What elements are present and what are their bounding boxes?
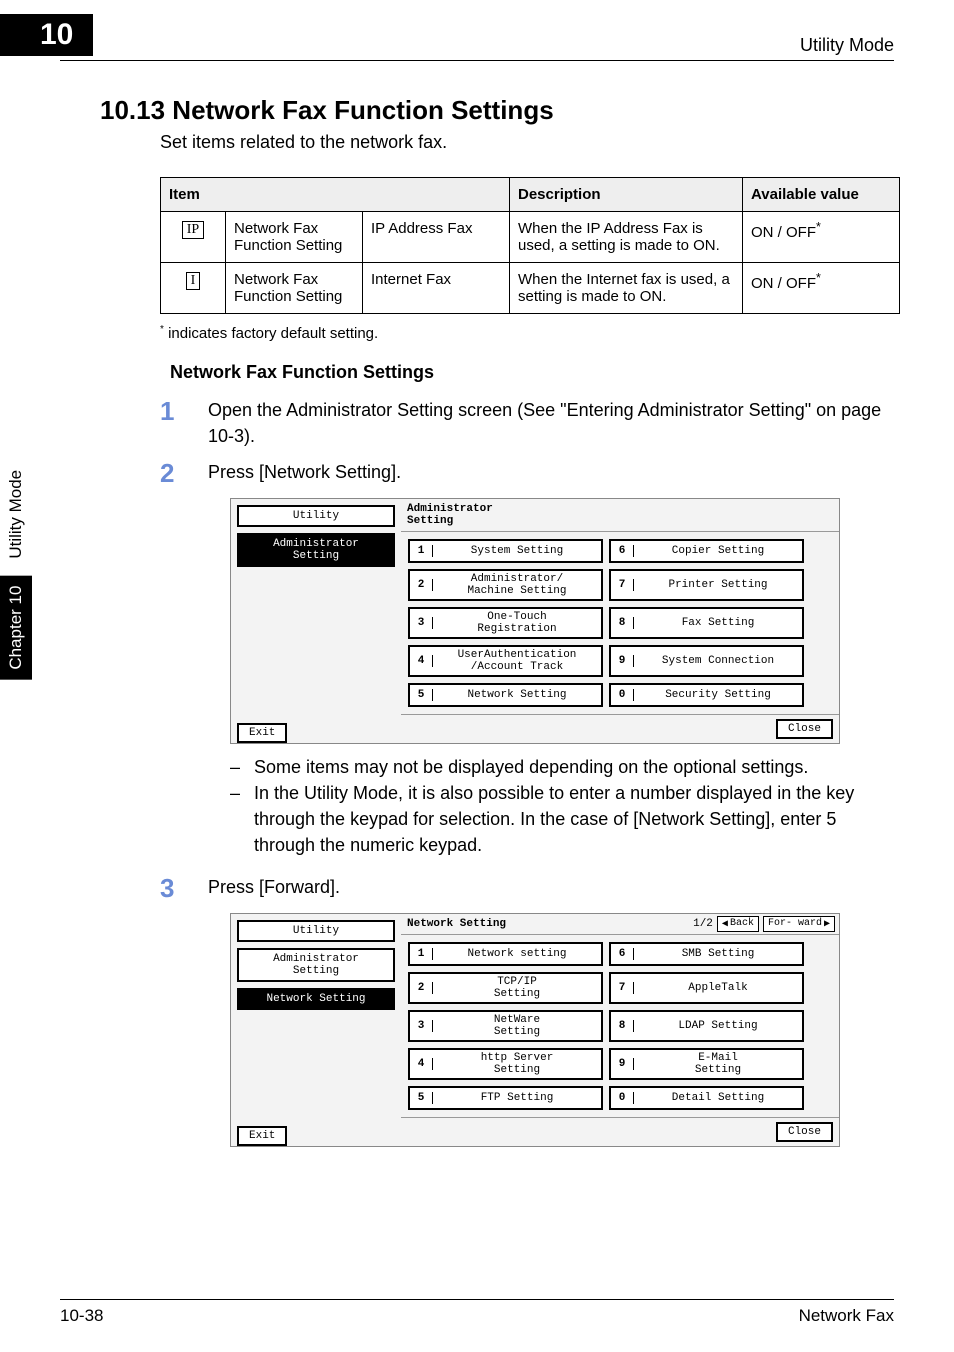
section-title: 10.13 Network Fax Function Settings	[100, 95, 894, 126]
screen-admin-setting: Utility Administrator Setting Exit Admini…	[230, 498, 840, 744]
item-icon: IP	[182, 221, 204, 239]
panel-menu-button[interactable]: 2TCP/IP Setting	[408, 972, 603, 1004]
step-text: Press [Forward].	[208, 874, 340, 903]
exit-button[interactable]: Exit	[237, 1126, 287, 1146]
page-number: 10-38	[60, 1306, 103, 1326]
step-text: Open the Administrator Setting screen (S…	[208, 397, 894, 449]
item-value: ON / OFF*	[743, 212, 900, 263]
table-row: I Network Fax Function SettingInternet Fa…	[161, 263, 900, 314]
item-name: Network Fax Function Setting	[226, 263, 363, 314]
back-button[interactable]: ◀Back	[717, 916, 759, 932]
panel-menu-button[interactable]: 1Network setting	[408, 942, 603, 966]
panel-menu-button[interactable]: 7AppleTalk	[609, 972, 804, 1004]
screen-network-setting: Utility Administrator Setting Network Sett…	[230, 913, 840, 1147]
panel-menu-button[interactable]: 8LDAP Setting	[609, 1010, 804, 1042]
item-name: Network Fax Function Setting	[226, 212, 363, 263]
note-text: In the Utility Mode, it is also possible…	[254, 780, 894, 858]
procedure-heading: Network Fax Function Settings	[170, 362, 894, 383]
panel-tab[interactable]: Utility	[237, 505, 395, 527]
step-1: 1 Open the Administrator Setting screen …	[160, 397, 894, 449]
panel-menu-button[interactable]: 7Printer Setting	[609, 569, 804, 601]
side-chapter: Chapter 10	[0, 576, 32, 680]
table-row: IP Network Fax Function SettingIP Address…	[161, 212, 900, 263]
step-number: 3	[160, 874, 208, 903]
panel-menu-button[interactable]: 1System Setting	[408, 539, 603, 563]
footnote-text: indicates factory default setting.	[164, 325, 378, 342]
panel-title: Network Setting	[401, 914, 512, 934]
th-available: Available value	[743, 178, 900, 212]
panel-menu-button[interactable]: 6SMB Setting	[609, 942, 804, 966]
th-item: Item	[161, 178, 510, 212]
page-indicator: 1/2	[693, 918, 713, 930]
item-desc: When the IP Address Fax is used, a setti…	[510, 212, 743, 263]
chapter-number-badge: 10	[0, 14, 93, 56]
close-button[interactable]: Close	[776, 719, 833, 739]
panel-tab[interactable]: Network Setting	[237, 988, 395, 1010]
side-tab: Chapter 10 Utility Mode	[0, 460, 32, 680]
panel-menu-button[interactable]: 0Security Setting	[609, 683, 804, 707]
item-value: ON / OFF*	[743, 263, 900, 314]
panel-menu-button[interactable]: 2Administrator/ Machine Setting	[408, 569, 603, 601]
panel-menu-button[interactable]: 8Fax Setting	[609, 607, 804, 639]
panel-pager: 1/2 ◀Back For- ward▶	[689, 914, 839, 934]
panel-menu-button[interactable]: 0Detail Setting	[609, 1086, 804, 1110]
exit-button[interactable]: Exit	[237, 723, 287, 743]
close-button[interactable]: Close	[776, 1122, 833, 1142]
step-2: 2 Press [Network Setting].	[160, 459, 894, 488]
panel-menu-button[interactable]: 9System Connection	[609, 645, 804, 677]
item-desc: When the Internet fax is used, a setting…	[510, 263, 743, 314]
forward-button[interactable]: For- ward▶	[763, 916, 835, 932]
arrow-right-icon: ▶	[824, 918, 830, 930]
footnote: * indicates factory default setting.	[160, 324, 894, 342]
panel-menu-button[interactable]: 9E-Mail Setting	[609, 1048, 804, 1080]
item-icon: I	[186, 272, 201, 290]
panel-menu-button[interactable]: 6Copier Setting	[609, 539, 804, 563]
panel-title: Administrator Setting	[401, 499, 839, 532]
panel-tab[interactable]: Utility	[237, 920, 395, 942]
side-section: Utility Mode	[0, 460, 32, 569]
panel-menu-button[interactable]: 4http Server Setting	[408, 1048, 603, 1080]
step-3: 3 Press [Forward].	[160, 874, 894, 903]
notes: –Some items may not be displayed dependi…	[230, 754, 894, 858]
settings-table: Item Description Available value IP Netwo…	[160, 177, 900, 314]
panel-menu-button[interactable]: 3NetWare Setting	[408, 1010, 603, 1042]
th-desc: Description	[510, 178, 743, 212]
panel-menu-button[interactable]: 3One-Touch Registration	[408, 607, 603, 639]
note-text: Some items may not be displayed dependin…	[254, 754, 808, 780]
footer-section: Network Fax	[799, 1306, 894, 1326]
panel-menu-button[interactable]: 5FTP Setting	[408, 1086, 603, 1110]
panel-menu-button[interactable]: 5Network Setting	[408, 683, 603, 707]
panel-tab[interactable]: Administrator Setting	[237, 533, 395, 567]
item-sub: IP Address Fax	[363, 212, 510, 263]
panel-tab[interactable]: Administrator Setting	[237, 948, 395, 982]
panel-menu-button[interactable]: 4UserAuthentication /Account Track	[408, 645, 603, 677]
step-text: Press [Network Setting].	[208, 459, 401, 488]
header-section: Utility Mode	[800, 35, 894, 56]
item-sub: Internet Fax	[363, 263, 510, 314]
arrow-left-icon: ◀	[722, 918, 728, 930]
section-intro: Set items related to the network fax.	[160, 132, 894, 153]
step-number: 1	[160, 397, 208, 449]
step-number: 2	[160, 459, 208, 488]
